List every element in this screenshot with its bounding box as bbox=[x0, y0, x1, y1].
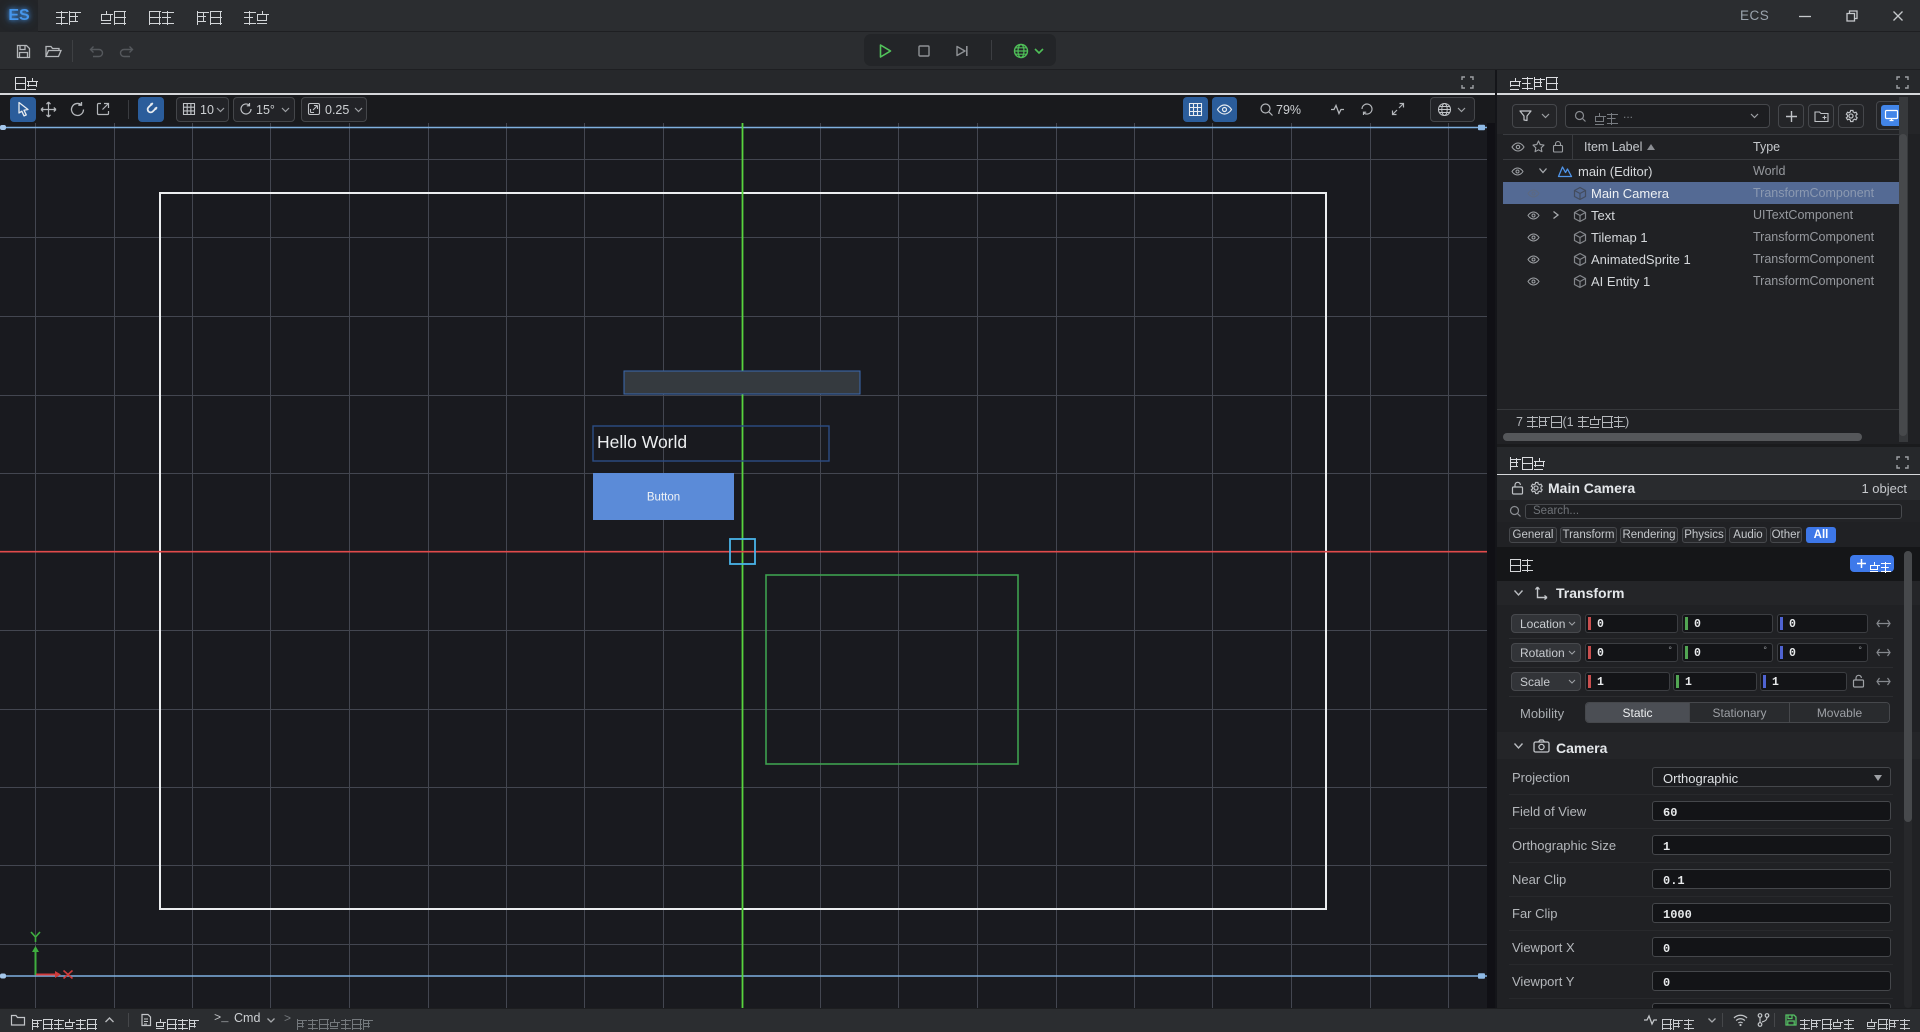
svg-text:Hello World: Hello World bbox=[597, 432, 687, 452]
svg-text:Button: Button bbox=[647, 492, 680, 504]
